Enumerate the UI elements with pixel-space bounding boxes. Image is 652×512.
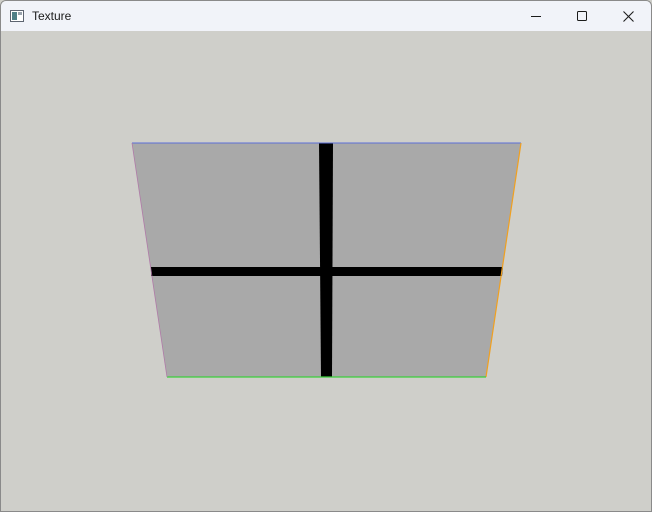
cross-horizontal-bar bbox=[151, 267, 503, 276]
render-canvas[interactable] bbox=[1, 31, 651, 511]
maximize-icon bbox=[577, 11, 587, 21]
minimize-button[interactable] bbox=[513, 1, 559, 31]
cross-vertical-bar bbox=[319, 143, 333, 377]
close-icon bbox=[622, 10, 634, 22]
textured-quad-scene bbox=[131, 142, 522, 378]
close-button[interactable] bbox=[605, 1, 651, 31]
app-window: Texture bbox=[0, 0, 652, 512]
app-window-icon bbox=[10, 9, 24, 22]
maximize-button[interactable] bbox=[559, 1, 605, 31]
title-bar[interactable]: Texture bbox=[1, 1, 651, 31]
minimize-icon bbox=[531, 11, 541, 21]
window-title: Texture bbox=[32, 9, 72, 23]
